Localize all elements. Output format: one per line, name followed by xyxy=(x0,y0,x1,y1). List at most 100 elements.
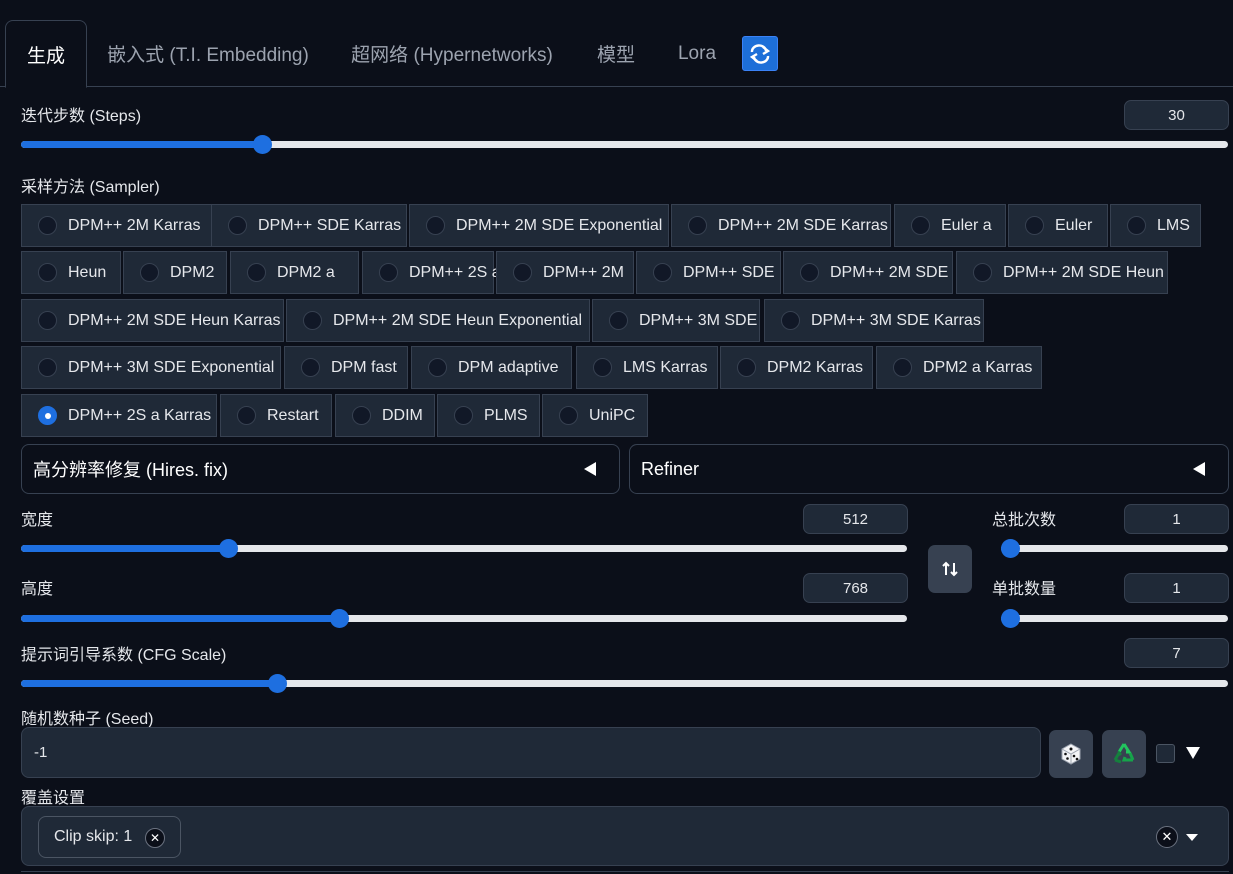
radio-circle xyxy=(38,358,57,377)
sampler-option[interactable]: DPM fast xyxy=(284,346,408,389)
sampler-option-label: Euler a xyxy=(941,216,992,234)
sampler-option[interactable]: DPM2 Karras xyxy=(720,346,873,389)
sampler-option[interactable]: DPM++ SDE Karras xyxy=(211,204,407,247)
sampler-option[interactable]: UniPC xyxy=(542,394,648,437)
radio-circle xyxy=(688,216,707,235)
radio-circle xyxy=(303,311,322,330)
sampler-option[interactable]: DPM++ 2M SDE Heun xyxy=(956,251,1168,294)
seed-label: 随机数种子 (Seed) xyxy=(21,711,154,728)
tab-models[interactable]: 模型 xyxy=(586,20,646,87)
random-seed-button[interactable] xyxy=(1049,730,1093,778)
override-settings-dropdown[interactable]: Clip skip: 1 ✕ ✕ xyxy=(21,806,1229,866)
radio-circle xyxy=(781,311,800,330)
sampler-option[interactable]: DPM++ 2S a xyxy=(362,251,501,294)
width-slider[interactable] xyxy=(21,538,907,558)
sampler-option-label: DPM++ SDE Karras xyxy=(258,216,402,234)
sampler-option-label: DPM++ SDE xyxy=(683,263,775,281)
sampler-option-label: DPM++ 2S a Karras xyxy=(68,406,212,424)
chevron-down-icon[interactable] xyxy=(1186,834,1198,841)
sampler-option[interactable]: Heun xyxy=(21,251,121,294)
cfg-scale-number-input[interactable]: 7 xyxy=(1124,638,1229,668)
sampler-option-label: DPM++ 2S a xyxy=(409,263,501,281)
sampler-option-label: DPM++ 2M SDE Heun xyxy=(1003,263,1164,281)
sampler-option[interactable]: DPM2 a Karras xyxy=(876,346,1042,389)
batch-size-number-input[interactable]: 1 xyxy=(1124,573,1229,603)
sampler-option[interactable]: DPM++ 2M Karras xyxy=(21,204,229,247)
sampler-option[interactable]: DPM++ 2M xyxy=(496,251,634,294)
seed-input[interactable]: -1 xyxy=(21,727,1041,778)
batch-size-slider[interactable] xyxy=(1001,608,1228,628)
height-slider[interactable] xyxy=(21,608,907,628)
tab-embedding[interactable]: 嵌入式 (T.I. Embedding) xyxy=(98,20,318,87)
sampler-option[interactable]: DPM++ 3M SDE xyxy=(592,299,760,342)
sampler-option[interactable]: DPM++ 2M SDE Karras xyxy=(671,204,891,247)
sampler-option[interactable]: DPM++ 2M SDE Exponential xyxy=(409,204,669,247)
radio-circle xyxy=(800,263,819,282)
sampler-option-label: DPM2 a Karras xyxy=(923,358,1033,376)
height-number-input[interactable]: 768 xyxy=(803,573,908,603)
slider-track xyxy=(1001,545,1228,552)
clear-all-icon[interactable]: ✕ xyxy=(1156,826,1178,848)
slider-thumb[interactable] xyxy=(1001,609,1020,628)
sampler-option-label: Restart xyxy=(267,406,319,424)
sampler-option[interactable]: DPM2 xyxy=(123,251,227,294)
close-icon[interactable]: ✕ xyxy=(145,828,165,848)
slider-thumb[interactable] xyxy=(267,674,287,693)
hires-fix-accordion[interactable]: 高分辨率修复 (Hires. fix) xyxy=(21,444,620,494)
sampler-option-label: DPM++ 3M SDE xyxy=(639,311,758,329)
sampler-option[interactable]: Euler a xyxy=(894,204,1006,247)
sampler-option-label: DPM++ 2M SDE Exponential xyxy=(456,216,663,234)
sampler-option-label: Heun xyxy=(68,263,107,281)
steps-slider[interactable] xyxy=(21,134,1228,154)
tab-hypernetworks[interactable]: 超网络 (Hypernetworks) xyxy=(338,20,566,87)
sampler-label: 采样方法 (Sampler) xyxy=(21,179,160,196)
refresh-tabs-button[interactable] xyxy=(742,36,778,71)
slider-thumb[interactable] xyxy=(1001,539,1020,558)
sampler-option[interactable]: DPM2 a xyxy=(230,251,359,294)
sampler-option[interactable]: DDIM xyxy=(335,394,435,437)
batch-count-slider[interactable] xyxy=(1001,538,1228,558)
sampler-option-label: DPM2 a xyxy=(277,263,335,281)
radio-circle xyxy=(428,358,447,377)
sampler-option[interactable]: DPM++ SDE xyxy=(636,251,781,294)
sampler-option[interactable]: DPM++ 3M SDE Exponential xyxy=(21,346,281,389)
sampler-option[interactable]: Euler xyxy=(1008,204,1108,247)
extra-seed-checkbox[interactable] xyxy=(1156,744,1175,763)
sampler-option[interactable]: LMS Karras xyxy=(576,346,718,389)
override-chip-label: Clip skip: 1 xyxy=(54,828,133,845)
swap-arrows-icon xyxy=(942,561,958,577)
sampler-option[interactable]: PLMS xyxy=(437,394,540,437)
sampler-option[interactable]: Restart xyxy=(220,394,332,437)
steps-number-input[interactable]: 30 xyxy=(1124,100,1229,130)
width-number-input[interactable]: 512 xyxy=(803,504,908,534)
triangle-left-icon xyxy=(584,462,596,476)
cfg-scale-slider[interactable] xyxy=(21,673,1228,693)
tab-lora[interactable]: Lora xyxy=(667,20,727,87)
radio-circle xyxy=(513,263,532,282)
tab-generate[interactable]: 生成 xyxy=(5,20,87,88)
refiner-accordion[interactable]: Refiner xyxy=(629,444,1229,494)
radio-circle xyxy=(973,263,992,282)
width-label: 宽度 xyxy=(21,512,54,529)
swap-dimensions-button[interactable] xyxy=(928,545,972,593)
slider-fill xyxy=(21,141,263,148)
sampler-option-label: DPM++ 2M SDE Heun Exponential xyxy=(333,311,583,329)
sampler-option[interactable]: DPM++ 2M SDE Heun Exponential xyxy=(286,299,590,342)
sampler-option[interactable]: DPM adaptive xyxy=(411,346,572,389)
sampler-option[interactable]: DPM++ 2M SDE xyxy=(783,251,953,294)
sampler-option[interactable]: DPM++ 3M SDE Karras xyxy=(764,299,984,342)
sampler-option[interactable]: DPM++ 2S a Karras xyxy=(21,394,217,437)
slider-thumb[interactable] xyxy=(330,609,350,628)
override-settings-label: 覆盖设置 xyxy=(21,790,86,807)
radio-circle xyxy=(593,358,612,377)
slider-thumb[interactable] xyxy=(219,539,239,558)
triangle-down-icon[interactable] xyxy=(1186,747,1200,759)
sampler-option[interactable]: LMS xyxy=(1110,204,1201,247)
radio-circle xyxy=(140,263,159,282)
sampler-option[interactable]: DPM++ 2M SDE Heun Karras xyxy=(21,299,284,342)
radio-circle xyxy=(379,263,398,282)
reuse-seed-button[interactable] xyxy=(1102,730,1146,778)
batch-size-label: 单批数量 xyxy=(992,581,1057,598)
batch-count-number-input[interactable]: 1 xyxy=(1124,504,1229,534)
slider-thumb[interactable] xyxy=(253,135,273,154)
